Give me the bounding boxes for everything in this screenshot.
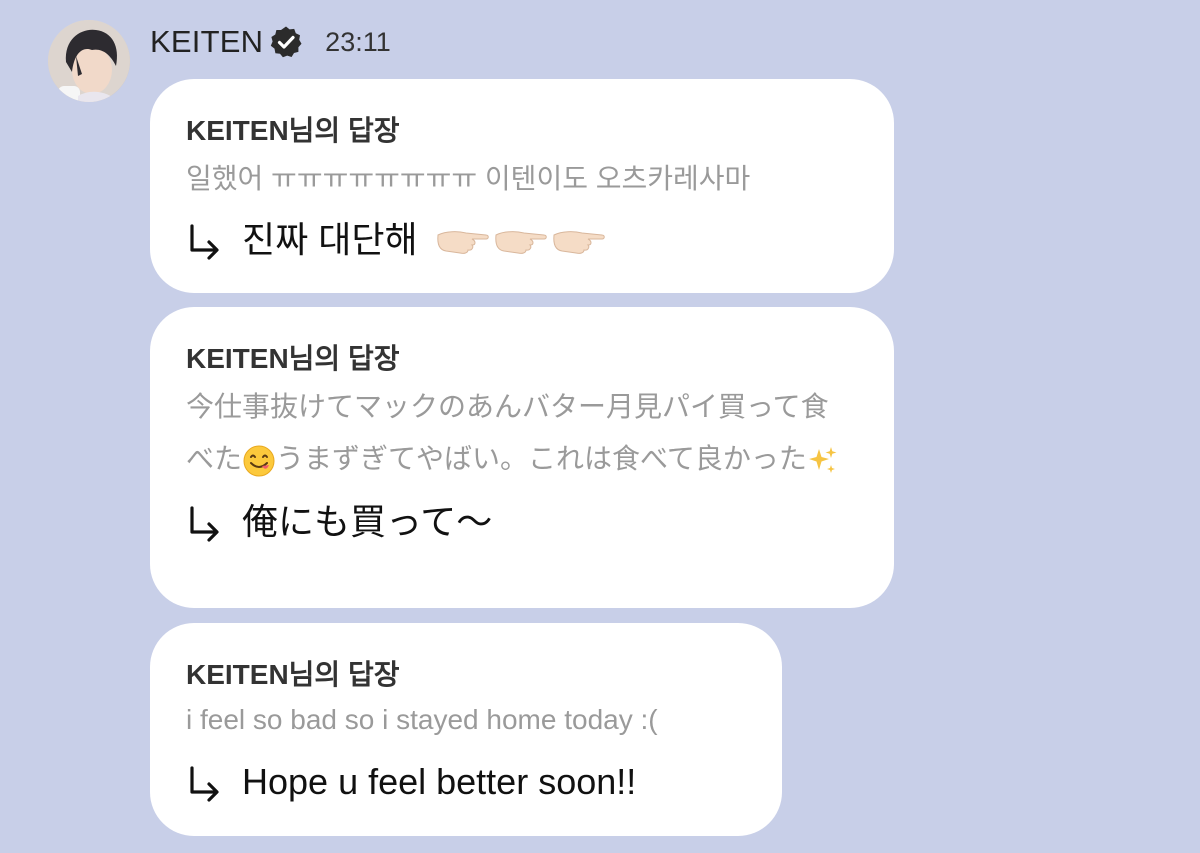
profile-photo — [48, 20, 130, 102]
sender-name[interactable]: KEITEN — [150, 24, 263, 60]
message-time: 23:11 — [325, 26, 391, 57]
verified-badge-icon — [270, 26, 302, 58]
sender-avatar[interactable] — [48, 20, 130, 102]
quoted-text-part2: うまずぎてやばい。これは食べて良かった — [276, 443, 807, 474]
reply-title: KEITEN님의 답장 — [186, 659, 400, 690]
yum-face-icon — [243, 445, 275, 477]
reply-line: 진짜 대단해 — [186, 215, 858, 265]
pointing-hand-icon — [436, 231, 489, 254]
reply-bubble[interactable]: KEITEN님의 답장 今仕事抜けてマックのあんバター月見パイ買って食べた うまず… — [150, 307, 894, 608]
message-header: KEITEN 23:11 — [150, 24, 391, 60]
reply-title: KEITEN님의 답장 — [186, 343, 400, 374]
reply-line: Hope u feel better soon!! — [186, 757, 746, 807]
reply-bubble[interactable]: KEITEN님의 답장 일했어 ㅠㅠㅠㅠㅠㅠㅠㅠ 이텐이도 오츠카레사마 진짜 … — [150, 79, 894, 293]
reply-line: 俺にも買って〜 — [186, 497, 858, 547]
quoted-message: i feel so bad so i stayed home today :( — [186, 704, 658, 735]
pointing-hand-icon — [494, 231, 547, 254]
reply-bubble[interactable]: KEITEN님의 답장 i feel so bad so i stayed ho… — [150, 623, 782, 836]
reply-arrow-icon — [190, 224, 219, 260]
sparkles-icon — [808, 446, 837, 473]
quoted-message: 今仕事抜けてマックのあんバター月見パイ買って食べた うまずぎてやばい。これは食べて… — [186, 381, 856, 485]
reply-text: Hope u feel better soon!! — [242, 761, 637, 802]
reply-arrow-icon — [190, 506, 219, 542]
reply-title: KEITEN님의 답장 — [186, 115, 400, 146]
pointing-hand-icon — [552, 231, 605, 254]
reply-arrow-icon — [190, 766, 219, 802]
reply-text: 俺にも買って〜 — [242, 501, 493, 542]
quoted-message: 일했어 ㅠㅠㅠㅠㅠㅠㅠㅠ 이텐이도 오츠카레사마 — [186, 163, 751, 194]
reply-text: 진짜 대단해 — [242, 219, 418, 260]
